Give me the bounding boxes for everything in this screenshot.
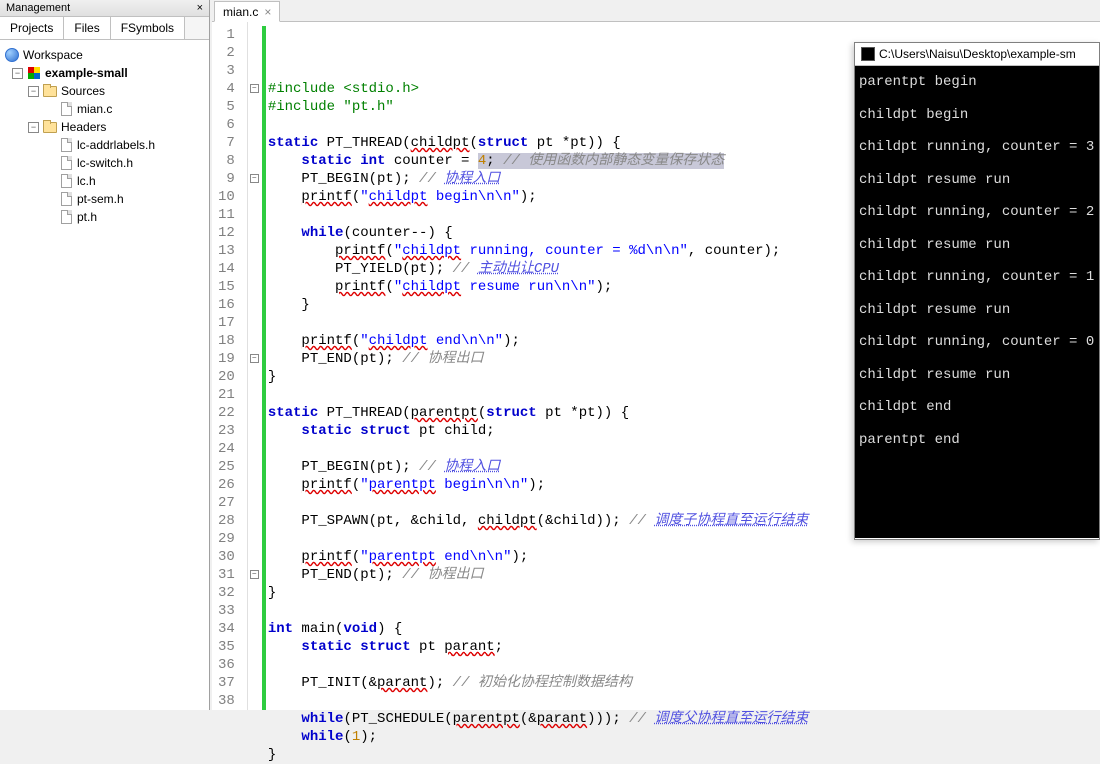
file-icon — [61, 174, 72, 188]
console-window[interactable]: C:\Users\Naisu\Desktop\example-sm parent… — [854, 42, 1100, 540]
project-label: example-small — [45, 66, 128, 80]
line-gutter: 1234567891011121314151617181920212223242… — [212, 22, 248, 710]
tab-fsymbols[interactable]: FSymbols — [111, 17, 185, 39]
console-titlebar[interactable]: C:\Users\Naisu\Desktop\example-sm — [855, 43, 1099, 66]
file-icon — [61, 102, 72, 116]
fold-icon[interactable]: − — [250, 84, 259, 93]
tree-project[interactable]: − example-small — [4, 64, 205, 82]
file-icon — [61, 210, 72, 224]
tab-files[interactable]: Files — [64, 17, 110, 39]
tree-file[interactable]: pt-sem.h — [4, 190, 205, 208]
tree-file[interactable]: lc-addrlabels.h — [4, 136, 205, 154]
management-panel: Management × Projects Files FSymbols Wor… — [0, 0, 210, 710]
collapse-icon[interactable]: − — [28, 86, 39, 97]
workspace-icon — [5, 48, 19, 62]
tree-file[interactable]: pt.h — [4, 208, 205, 226]
project-tree: Workspace − example-small − Sources mian… — [0, 40, 209, 232]
file-label: mian.c — [77, 102, 112, 116]
fold-icon[interactable]: − — [250, 174, 259, 183]
collapse-icon[interactable]: − — [28, 122, 39, 133]
file-label: pt-sem.h — [77, 192, 124, 206]
workspace-label: Workspace — [23, 48, 83, 62]
editor-tabs: mian.c × — [212, 0, 1100, 22]
code-body[interactable]: #include <stdio.h>#include "pt.h" static… — [266, 22, 809, 710]
editor-tab-mian[interactable]: mian.c × — [214, 1, 280, 22]
tree-workspace[interactable]: Workspace — [4, 46, 205, 64]
left-tabs: Projects Files FSymbols — [0, 17, 209, 40]
sources-label: Sources — [61, 84, 105, 98]
project-icon — [28, 67, 40, 79]
close-icon[interactable]: × — [197, 2, 203, 14]
file-icon — [61, 156, 72, 170]
console-output: parentpt begin childpt begin childpt run… — [855, 66, 1099, 538]
tree-sources-folder[interactable]: − Sources — [4, 82, 205, 100]
headers-label: Headers — [61, 120, 106, 134]
file-label: pt.h — [77, 210, 97, 224]
file-label: lc.h — [77, 174, 96, 188]
collapse-icon[interactable]: − — [12, 68, 23, 79]
fold-icon[interactable]: − — [250, 570, 259, 579]
panel-title-bar: Management × — [0, 0, 209, 17]
change-marker — [262, 26, 266, 710]
file-label: lc-addrlabels.h — [77, 138, 155, 152]
tree-file[interactable]: mian.c — [4, 100, 205, 118]
panel-title: Management — [6, 2, 70, 14]
console-icon — [861, 47, 875, 61]
tree-file[interactable]: lc-switch.h — [4, 154, 205, 172]
tab-label: mian.c — [223, 5, 258, 19]
file-label: lc-switch.h — [77, 156, 133, 170]
tree-headers-folder[interactable]: − Headers — [4, 118, 205, 136]
console-title: C:\Users\Naisu\Desktop\example-sm — [879, 47, 1076, 61]
file-icon — [61, 138, 72, 152]
folder-icon — [43, 86, 57, 97]
tab-projects[interactable]: Projects — [0, 17, 64, 39]
file-icon — [61, 192, 72, 206]
close-icon[interactable]: × — [264, 5, 271, 19]
fold-icon[interactable]: − — [250, 354, 259, 363]
folder-icon — [43, 122, 57, 133]
tree-file[interactable]: lc.h — [4, 172, 205, 190]
